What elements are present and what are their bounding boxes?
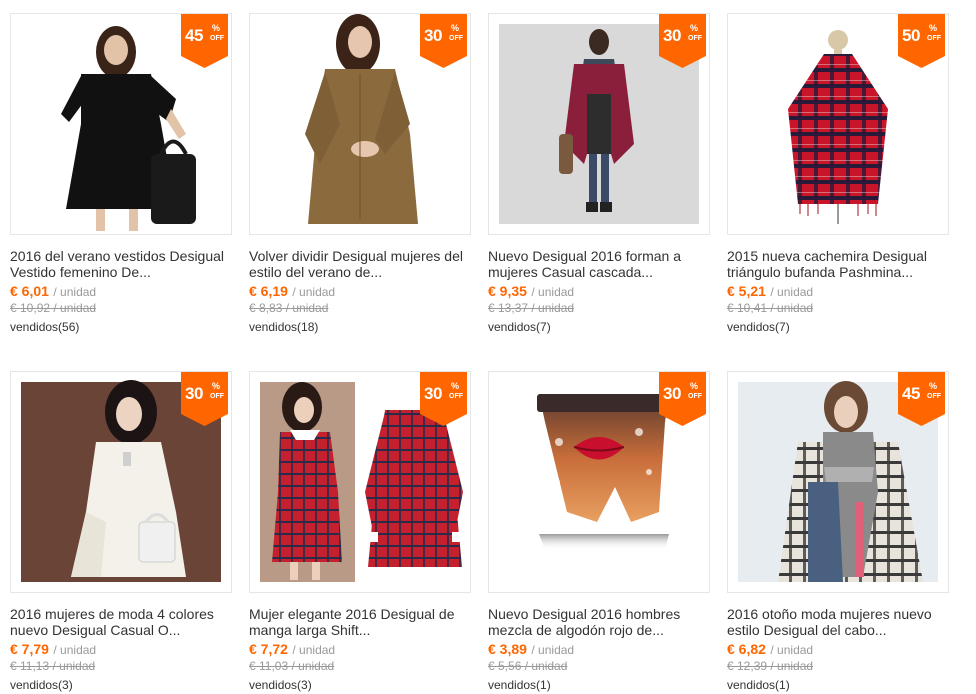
- product-title-link[interactable]: 2016 mujeres de moda 4 colores nuevo Des…: [10, 606, 234, 638]
- current-price: € 7,72: [249, 641, 288, 657]
- price-row: € 5,21 / unidad: [727, 283, 951, 300]
- discount-badge: 45 % OFF: [898, 372, 945, 428]
- discount-value: 30: [424, 26, 442, 45]
- discount-off-label: OFF: [688, 393, 702, 400]
- discount-percent-sign: %: [212, 23, 221, 33]
- discount-value: 45: [902, 384, 920, 403]
- discount-percent-sign: %: [690, 23, 699, 33]
- discount-value: 45: [185, 26, 203, 45]
- product-image-link[interactable]: 50 % OFF: [727, 13, 949, 235]
- sold-count: vendidos(56): [10, 320, 80, 334]
- discount-off-label: OFF: [927, 393, 941, 400]
- discount-percent-sign: %: [929, 23, 938, 33]
- discount-badge: 30 % OFF: [420, 14, 467, 70]
- discount-off-label: OFF: [449, 393, 463, 400]
- original-price: € 12,39 / unidad: [727, 659, 814, 673]
- product-title-link[interactable]: 2016 otoño moda mujeres nuevo estilo Des…: [727, 606, 951, 638]
- discount-value: 30: [663, 384, 681, 403]
- discount-badge: 30 % OFF: [659, 372, 706, 428]
- product-title-link[interactable]: Nuevo Desigual 2016 hombres mezcla de al…: [488, 606, 712, 638]
- price-unit: / unidad: [292, 643, 336, 657]
- product-image-link[interactable]: 30 % OFF: [488, 13, 710, 235]
- product-card[interactable]: 30 % OFF Mujer elegante 2016 Desigual de…: [249, 371, 473, 693]
- current-price: € 9,35: [488, 283, 527, 299]
- original-price: € 10,92 / unidad: [10, 301, 97, 315]
- sold-count: vendidos(1): [727, 678, 790, 692]
- discount-value: 30: [185, 384, 203, 403]
- sold-count: vendidos(3): [249, 678, 312, 692]
- price-row: € 9,35 / unidad: [488, 283, 712, 300]
- original-price: € 5,56 / unidad: [488, 659, 568, 673]
- original-price: € 11,13 / unidad: [10, 659, 96, 673]
- price-row: € 3,89 / unidad: [488, 641, 712, 658]
- discount-badge: 30 % OFF: [181, 372, 228, 428]
- price-unit: / unidad: [770, 285, 814, 299]
- current-price: € 6,19: [249, 283, 288, 299]
- price-row: € 6,01 / unidad: [10, 283, 234, 300]
- price-unit: / unidad: [53, 285, 97, 299]
- price-row: € 6,19 / unidad: [249, 283, 473, 300]
- discount-percent-sign: %: [451, 23, 460, 33]
- discount-off-label: OFF: [688, 35, 702, 42]
- discount-value: 50: [902, 26, 920, 45]
- price-unit: / unidad: [292, 285, 336, 299]
- discount-off-label: OFF: [449, 35, 463, 42]
- product-card[interactable]: 30 % OFF Volver dividir Desigual mujeres…: [249, 13, 473, 335]
- price-row: € 6,82 / unidad: [727, 641, 951, 658]
- sold-count: vendidos(18): [249, 320, 319, 334]
- product-card[interactable]: 30 % OFF 2016 mujeres de moda 4 colores …: [10, 371, 234, 693]
- discount-percent-sign: %: [451, 381, 460, 391]
- price-unit: / unidad: [770, 643, 814, 657]
- product-image-link[interactable]: 30 % OFF: [10, 371, 232, 593]
- discount-off-label: OFF: [927, 35, 941, 42]
- current-price: € 6,82: [727, 641, 766, 657]
- product-card[interactable]: 30 % OFF Nuevo Desigual 2016 forman a mu…: [488, 13, 712, 335]
- current-price: € 3,89: [488, 641, 527, 657]
- original-price: € 8,83 / unidad: [249, 301, 329, 315]
- discount-percent-sign: %: [690, 381, 699, 391]
- discount-off-label: OFF: [210, 35, 224, 42]
- product-card[interactable]: 45 % OFF 2016 del verano vestidos Desigu…: [10, 13, 234, 335]
- sold-count: vendidos(3): [10, 678, 73, 692]
- original-price: € 10,41 / unidad: [727, 301, 814, 315]
- product-image-link[interactable]: 45 % OFF: [727, 371, 949, 593]
- discount-off-label: OFF: [210, 393, 224, 400]
- discount-badge: 50 % OFF: [898, 14, 945, 70]
- product-card[interactable]: 45 % OFF 2016 otoño moda mujeres nuevo e…: [727, 371, 951, 693]
- product-image-link[interactable]: 30 % OFF: [249, 371, 471, 593]
- discount-percent-sign: %: [212, 381, 221, 391]
- price-row: € 7,79 / unidad: [10, 641, 234, 658]
- product-grid: 45 % OFF 2016 del verano vestidos Desigu…: [0, 0, 976, 694]
- current-price: € 7,79: [10, 641, 49, 657]
- price-row: € 7,72 / unidad: [249, 641, 473, 658]
- sold-count: vendidos(7): [727, 320, 790, 334]
- original-price: € 13,37 / unidad: [488, 301, 575, 315]
- product-title-link[interactable]: Mujer elegante 2016 Desigual de manga la…: [249, 606, 473, 638]
- price-unit: / unidad: [531, 285, 575, 299]
- product-title-link[interactable]: 2016 del verano vestidos Desigual Vestid…: [10, 248, 234, 280]
- product-image-link[interactable]: 30 % OFF: [249, 13, 471, 235]
- price-unit: / unidad: [53, 643, 97, 657]
- discount-badge: 30 % OFF: [420, 372, 467, 428]
- product-image-link[interactable]: 30 % OFF: [488, 371, 710, 593]
- discount-percent-sign: %: [929, 381, 938, 391]
- product-card[interactable]: 50 % OFF 2015 nueva cachemira Desigual t…: [727, 13, 951, 335]
- discount-badge: 30 % OFF: [659, 14, 706, 70]
- product-title-link[interactable]: Volver dividir Desigual mujeres del esti…: [249, 248, 473, 280]
- original-price: € 11,03 / unidad: [249, 659, 335, 673]
- product-title-link[interactable]: Nuevo Desigual 2016 forman a mujeres Cas…: [488, 248, 712, 280]
- current-price: € 6,01: [10, 283, 49, 299]
- product-image-link[interactable]: 45 % OFF: [10, 13, 232, 235]
- discount-value: 30: [663, 26, 681, 45]
- discount-value: 30: [424, 384, 442, 403]
- price-unit: / unidad: [531, 643, 575, 657]
- sold-count: vendidos(1): [488, 678, 551, 692]
- product-card[interactable]: 30 % OFF Nuevo Desigual 2016 hombres mez…: [488, 371, 712, 693]
- discount-badge: 45 % OFF: [181, 14, 228, 70]
- sold-count: vendidos(7): [488, 320, 551, 334]
- current-price: € 5,21: [727, 283, 766, 299]
- product-title-link[interactable]: 2015 nueva cachemira Desigual triángulo …: [727, 248, 951, 280]
